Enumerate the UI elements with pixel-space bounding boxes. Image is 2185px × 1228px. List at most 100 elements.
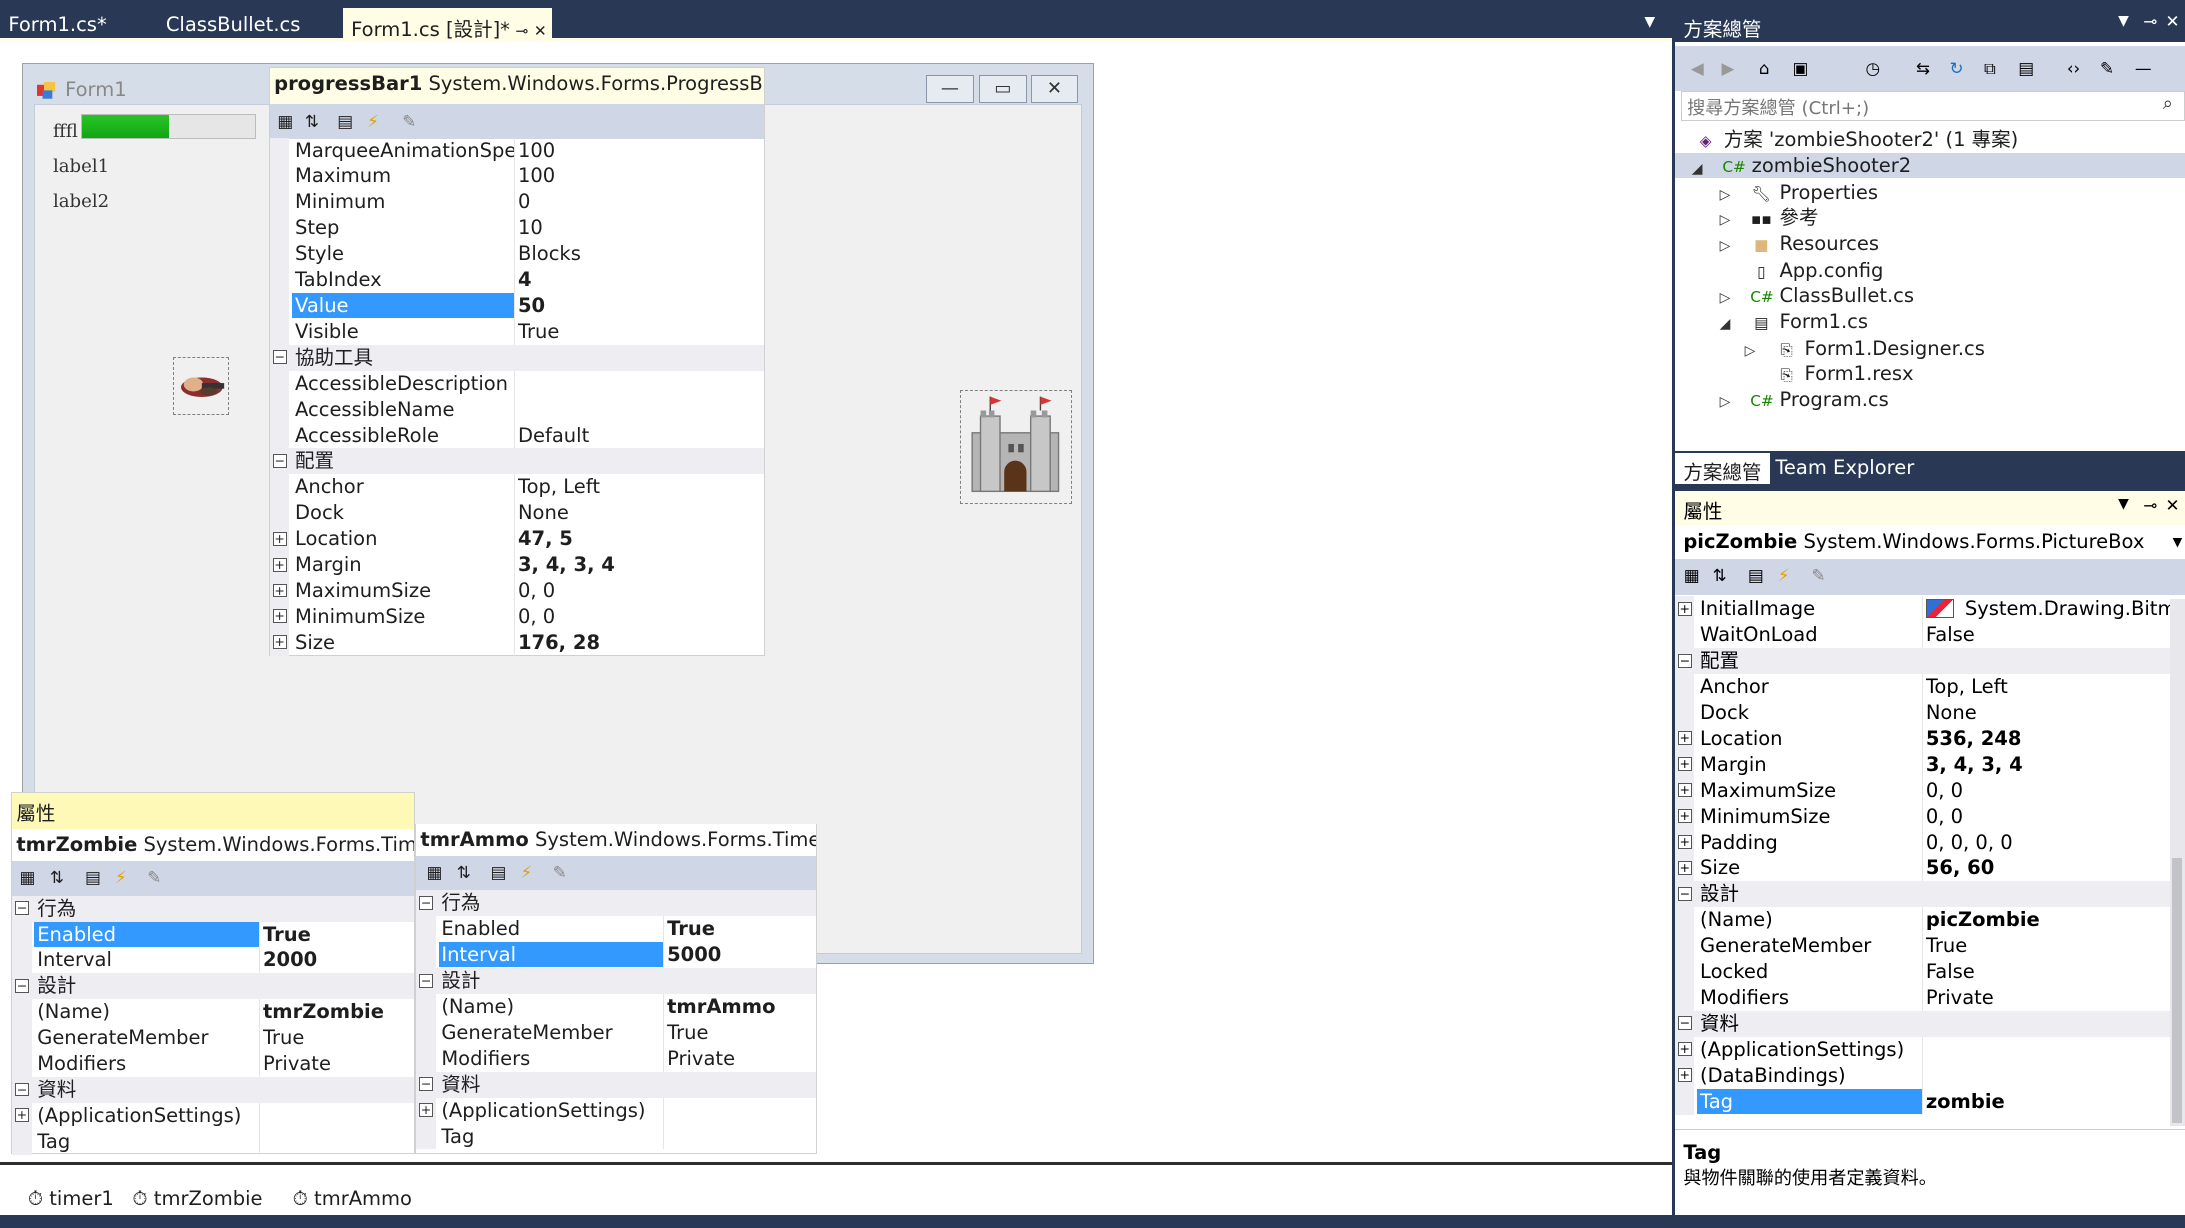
pin-icon[interactable]: ⊸ — [516, 22, 529, 40]
dropdown-icon[interactable]: ▼ — [2118, 13, 2129, 29]
collapse-icon[interactable]: − — [14, 978, 29, 993]
object-selector[interactable]: picZombie System.Windows.Forms.PictureBo… — [1675, 525, 2185, 558]
expand-icon[interactable]: + — [1677, 1068, 1692, 1083]
tree-item-properties[interactable]: 🔧︎ Properties — [1750, 180, 1878, 205]
collapse-icon[interactable]: − — [272, 453, 287, 468]
property-row[interactable]: + MaximumSize 0, 0 — [1674, 777, 2185, 804]
property-row[interactable]: Modifiers Private — [416, 1045, 815, 1072]
pic-castle[interactable] — [960, 390, 1072, 505]
close-icon[interactable]: ✕ — [534, 22, 547, 40]
property-row[interactable]: (Name) tmrAmmo — [416, 994, 815, 1020]
close-icon[interactable]: ✕ — [2165, 495, 2179, 515]
property-row[interactable]: Interval 2000 — [12, 947, 414, 974]
switch-view-icon[interactable]: ▣ — [1789, 57, 1811, 79]
tree-item-project[interactable]: ◢ C# zombieShooter2 — [1674, 153, 2185, 179]
property-category[interactable]: − 資料 — [416, 1071, 816, 1098]
property-value[interactable]: True — [263, 1025, 304, 1050]
tab-solution-explorer[interactable]: 方案總管 — [1674, 452, 1770, 484]
tree-item-form1-resx[interactable]: ⎘ Form1.resx — [1775, 361, 1913, 386]
chevron-down-icon[interactable]: ▼ — [2173, 534, 2183, 549]
property-value[interactable]: 56, 60 — [1926, 855, 1994, 880]
collapsed-arrow-icon[interactable]: ▷ — [1745, 343, 1756, 359]
property-row[interactable]: Locked False — [1674, 959, 2185, 985]
label2[interactable]: label2 — [53, 191, 109, 212]
collapse-icon[interactable]: − — [419, 973, 433, 988]
alphabetical-icon[interactable]: ⇅ — [452, 861, 474, 883]
property-row[interactable]: Tag zombie — [1674, 1088, 2185, 1115]
property-pages-icon[interactable]: ✎ — [143, 866, 165, 888]
property-value[interactable]: True — [667, 1020, 708, 1045]
property-category[interactable]: − 設計 — [12, 973, 415, 1000]
property-value[interactable]: Private — [667, 1046, 735, 1071]
property-row[interactable]: + MaximumSize 0, 0 — [269, 577, 764, 604]
tab-form1-designer[interactable]: Form1.cs [設計]* ⊸ ✕ — [342, 8, 552, 41]
pin-icon[interactable]: ⊸ — [2143, 11, 2157, 31]
property-value[interactable]: Top, Left — [518, 474, 600, 499]
collapsed-arrow-icon[interactable]: ▷ — [1720, 187, 1731, 203]
expand-icon[interactable]: + — [419, 1103, 433, 1118]
property-value[interactable]: 0, 0, 0, 0 — [1926, 830, 2013, 855]
expand-icon[interactable]: + — [1677, 861, 1692, 875]
sync-icon[interactable]: ⇆ — [1912, 57, 1934, 79]
property-row[interactable]: + Location 47, 5 — [269, 526, 764, 553]
expand-icon[interactable]: + — [1677, 809, 1692, 824]
property-value[interactable]: None — [518, 500, 569, 525]
expand-icon[interactable]: + — [1677, 1042, 1692, 1057]
label1[interactable]: label1 — [53, 156, 109, 177]
property-row[interactable]: + Margin 3, 4, 3, 4 — [269, 552, 764, 578]
property-value[interactable]: True — [518, 319, 559, 344]
property-row[interactable]: MarqueeAnimationSpeed100 — [269, 137, 764, 164]
alphabetical-icon[interactable]: ⇅ — [46, 866, 68, 888]
expand-icon[interactable]: + — [272, 583, 287, 598]
property-value[interactable]: Private — [1926, 985, 1994, 1010]
property-value[interactable]: 0 — [518, 189, 530, 214]
property-category[interactable]: − 行為 — [12, 895, 415, 922]
property-row[interactable]: + (ApplicationSettings) — [1674, 1036, 2185, 1063]
search-icon[interactable]: ⌕ — [2163, 93, 2173, 114]
tab-classbullet[interactable]: ClassBullet.cs — [157, 8, 308, 37]
properties-icon[interactable]: ▤ — [1745, 564, 1767, 586]
expand-icon[interactable]: + — [1677, 835, 1692, 850]
property-value[interactable]: Blocks — [518, 241, 581, 266]
collapse-icon[interactable]: − — [1677, 653, 1692, 668]
collapse-icon[interactable]: − — [1677, 1016, 1692, 1031]
tree-item-form1-designer[interactable]: ⎘ Form1.Designer.cs — [1775, 336, 1985, 361]
property-row[interactable]: Anchor Top, Left — [1674, 674, 2185, 700]
property-row[interactable]: Interval 5000 — [416, 942, 815, 969]
collapse-icon[interactable]: − — [14, 901, 29, 916]
property-row[interactable]: Tag — [12, 1128, 414, 1155]
property-row[interactable]: + Padding 0, 0, 0, 0 — [1674, 829, 2185, 856]
property-row[interactable]: WaitOnLoad False — [1674, 622, 2185, 649]
property-value[interactable]: 176, 28 — [518, 630, 600, 655]
solution-search-input[interactable]: 搜尋方案總管 (Ctrl+;) ⌕ — [1680, 90, 2185, 122]
property-row[interactable]: + Margin 3, 4, 3, 4 — [1674, 751, 2185, 778]
events-icon[interactable]: ⚡ — [362, 110, 384, 132]
property-row[interactable]: (Name) picZombie — [1674, 907, 2185, 934]
property-category[interactable]: − 資料 — [12, 1076, 415, 1103]
property-row[interactable]: + (ApplicationSettings) — [416, 1097, 815, 1124]
property-value[interactable]: Top, Left — [1926, 674, 2008, 699]
property-row[interactable]: + Size 176, 28 — [269, 629, 764, 656]
property-value[interactable]: 0, 0 — [1926, 778, 1963, 803]
expand-icon[interactable]: + — [272, 531, 287, 546]
properties-icon[interactable]: ▤ — [487, 861, 509, 883]
tab-team-explorer[interactable]: Team Explorer — [1767, 453, 1923, 484]
expand-icon[interactable]: + — [1677, 731, 1692, 746]
view-code-icon[interactable]: ‹› — [2062, 57, 2084, 79]
property-value[interactable]: 0, 0 — [518, 578, 555, 603]
collapsed-arrow-icon[interactable]: ▷ — [1720, 290, 1731, 306]
property-value[interactable]: 47, 5 — [518, 526, 573, 551]
property-value[interactable]: tmrAmmo — [667, 994, 775, 1019]
property-value[interactable]: 4 — [518, 267, 532, 292]
property-row[interactable]: Style Blocks — [269, 241, 764, 268]
expand-icon[interactable]: + — [14, 1108, 29, 1123]
property-row[interactable]: Enabled True — [12, 921, 414, 948]
collapse-icon[interactable]: − — [419, 1077, 433, 1092]
alphabetical-icon[interactable]: ⇅ — [1708, 564, 1730, 586]
forward-icon[interactable]: ▶ — [1717, 57, 1739, 79]
property-row[interactable]: AccessibleDescription — [269, 370, 764, 397]
property-row[interactable]: + MinimumSize 0, 0 — [1674, 803, 2185, 830]
property-value[interactable]: 536, 248 — [1926, 726, 2022, 751]
property-value[interactable]: 100 — [518, 163, 555, 188]
property-row[interactable]: + Size 56, 60 — [1674, 855, 2185, 882]
